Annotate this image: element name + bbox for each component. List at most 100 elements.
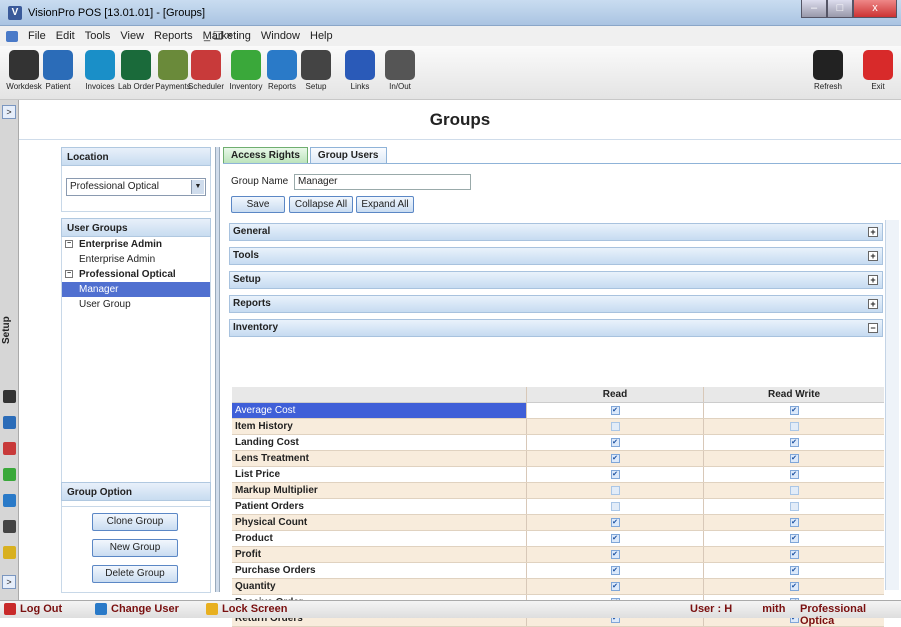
write-checkbox[interactable] (789, 422, 799, 431)
section-general[interactable]: General + (229, 223, 883, 241)
write-checkbox[interactable]: ✔ (789, 582, 799, 591)
read-checkbox[interactable]: ✔ (610, 534, 620, 543)
read-checkbox[interactable]: ✔ (610, 454, 620, 463)
tab-group-users[interactable]: Group Users (309, 147, 387, 164)
tree-item[interactable]: User Group (62, 297, 210, 312)
write-checkbox[interactable] (789, 502, 799, 511)
write-cell (704, 419, 884, 434)
tree-item[interactable]: Enterprise Admin (62, 252, 210, 267)
collapse-icon[interactable]: − (65, 270, 73, 279)
write-checkbox[interactable]: ✔ (789, 566, 799, 575)
group-name-input[interactable]: Manager (294, 174, 471, 190)
table-row[interactable]: Purchase Orders ✔ ✔ (232, 563, 884, 579)
write-checkbox[interactable]: ✔ (789, 406, 799, 415)
write-cell: ✔ (704, 579, 884, 594)
logout-link[interactable]: Log Out (4, 603, 62, 615)
table-row[interactable]: Lens Treatment ✔ ✔ (232, 451, 884, 467)
toolbar-links-button[interactable]: Links (340, 50, 380, 91)
toolbar-setup-button[interactable]: Setup (296, 50, 336, 91)
chevron-down-icon[interactable]: ▼ (191, 180, 204, 194)
table-row[interactable]: Average Cost ✔ ✔ (232, 403, 884, 419)
table-row[interactable]: Item History (232, 419, 884, 435)
scheduler-icon[interactable] (3, 442, 16, 455)
expand-sidebar-button[interactable]: > (2, 105, 16, 119)
section-reports[interactable]: Reports + (229, 295, 883, 313)
toolbar-in-out-button[interactable]: In/Out (380, 50, 420, 91)
expand-icon[interactable]: + (868, 251, 878, 261)
table-row[interactable]: Product ✔ ✔ (232, 531, 884, 547)
menu-file[interactable]: File (28, 30, 46, 42)
read-checkbox[interactable]: ✔ (610, 438, 620, 447)
write-checkbox[interactable]: ✔ (789, 454, 799, 463)
expand-icon[interactable]: + (868, 227, 878, 237)
tree-item[interactable]: Manager (62, 282, 210, 297)
setup-icon[interactable] (3, 520, 16, 533)
table-row[interactable]: Landing Cost ✔ ✔ (232, 435, 884, 451)
toolbar-lab-order-button[interactable]: Lab Order (116, 50, 156, 91)
menu-tools[interactable]: Tools (85, 30, 111, 42)
maximize-button[interactable]: □ (827, 0, 853, 18)
minimize-button[interactable]: – (801, 0, 827, 18)
table-row[interactable]: Quantity ✔ ✔ (232, 579, 884, 595)
read-checkbox[interactable]: ✔ (610, 470, 620, 479)
toolbar-refresh-button[interactable]: Refresh (808, 50, 848, 91)
delete-group-button[interactable]: Delete Group (92, 565, 178, 583)
tree-item[interactable]: − Enterprise Admin (62, 237, 210, 252)
table-row[interactable]: Patient Orders (232, 499, 884, 515)
section-setup[interactable]: Setup + (229, 271, 883, 289)
expand-icon[interactable]: + (868, 275, 878, 285)
tab-access-rights[interactable]: Access Rights (223, 147, 308, 164)
toolbar-inventory-button[interactable]: Inventory (226, 50, 266, 91)
table-row[interactable]: Physical Count ✔ ✔ (232, 515, 884, 531)
write-checkbox[interactable]: ✔ (789, 550, 799, 559)
menu-reports[interactable]: Reports (154, 30, 193, 42)
collapse-all-button[interactable]: Collapse All (289, 196, 353, 213)
expand-all-button[interactable]: Expand All (356, 196, 414, 213)
table-row[interactable]: Markup Multiplier (232, 483, 884, 499)
section-tools[interactable]: Tools + (229, 247, 883, 265)
table-row[interactable]: Profit ✔ ✔ (232, 547, 884, 563)
read-checkbox[interactable]: ✔ (610, 582, 620, 591)
toolbar-invoices-button[interactable]: Invoices (80, 50, 120, 91)
inventory-icon[interactable] (3, 468, 16, 481)
clone-group-button[interactable]: Clone Group (92, 513, 178, 531)
location-select[interactable]: Professional Optical ▼ (66, 178, 206, 196)
menu-edit[interactable]: Edit (56, 30, 75, 42)
write-checkbox[interactable] (789, 486, 799, 495)
read-checkbox[interactable]: ✔ (610, 550, 620, 559)
in-out-icon[interactable] (3, 546, 16, 559)
sidebar-next-button[interactable]: > (2, 575, 16, 589)
save-button[interactable]: Save (231, 196, 285, 213)
patient-icon[interactable] (3, 416, 16, 429)
write-checkbox[interactable]: ✔ (789, 518, 799, 527)
table-row[interactable]: List Price ✔ ✔ (232, 467, 884, 483)
read-checkbox[interactable] (610, 486, 620, 495)
read-checkbox[interactable]: ✔ (610, 406, 620, 415)
expand-icon[interactable]: + (868, 299, 878, 309)
menu-view[interactable]: View (120, 30, 144, 42)
section-inventory[interactable]: Inventory − (229, 319, 883, 337)
read-checkbox[interactable] (610, 502, 620, 511)
workdesk-icon[interactable] (3, 390, 16, 403)
reports-icon[interactable] (3, 494, 16, 507)
read-checkbox[interactable] (610, 422, 620, 431)
toolbar-patient-button[interactable]: Patient (38, 50, 78, 91)
toolbar-exit-button[interactable]: Exit (858, 50, 898, 91)
tree-item[interactable]: − Professional Optical (62, 267, 210, 282)
vertical-scrollbar[interactable] (885, 220, 899, 590)
collapse-icon[interactable]: − (65, 240, 73, 249)
write-checkbox[interactable]: ✔ (789, 534, 799, 543)
panel-splitter[interactable] (215, 147, 220, 592)
read-checkbox[interactable]: ✔ (610, 566, 620, 575)
app-menu-icon[interactable] (6, 30, 18, 42)
close-button[interactable]: x (853, 0, 897, 18)
write-checkbox[interactable]: ✔ (789, 470, 799, 479)
toolbar-scheduler-button[interactable]: Scheduler (186, 50, 226, 91)
sidebar-setup-label[interactable]: Setup (1, 300, 17, 360)
new-group-button[interactable]: New Group (92, 539, 178, 557)
write-checkbox[interactable]: ✔ (789, 438, 799, 447)
collapse-icon[interactable]: − (868, 323, 878, 333)
lock-screen-link[interactable]: Lock Screen (206, 603, 287, 615)
change-user-link[interactable]: Change User (95, 603, 179, 615)
read-checkbox[interactable]: ✔ (610, 518, 620, 527)
